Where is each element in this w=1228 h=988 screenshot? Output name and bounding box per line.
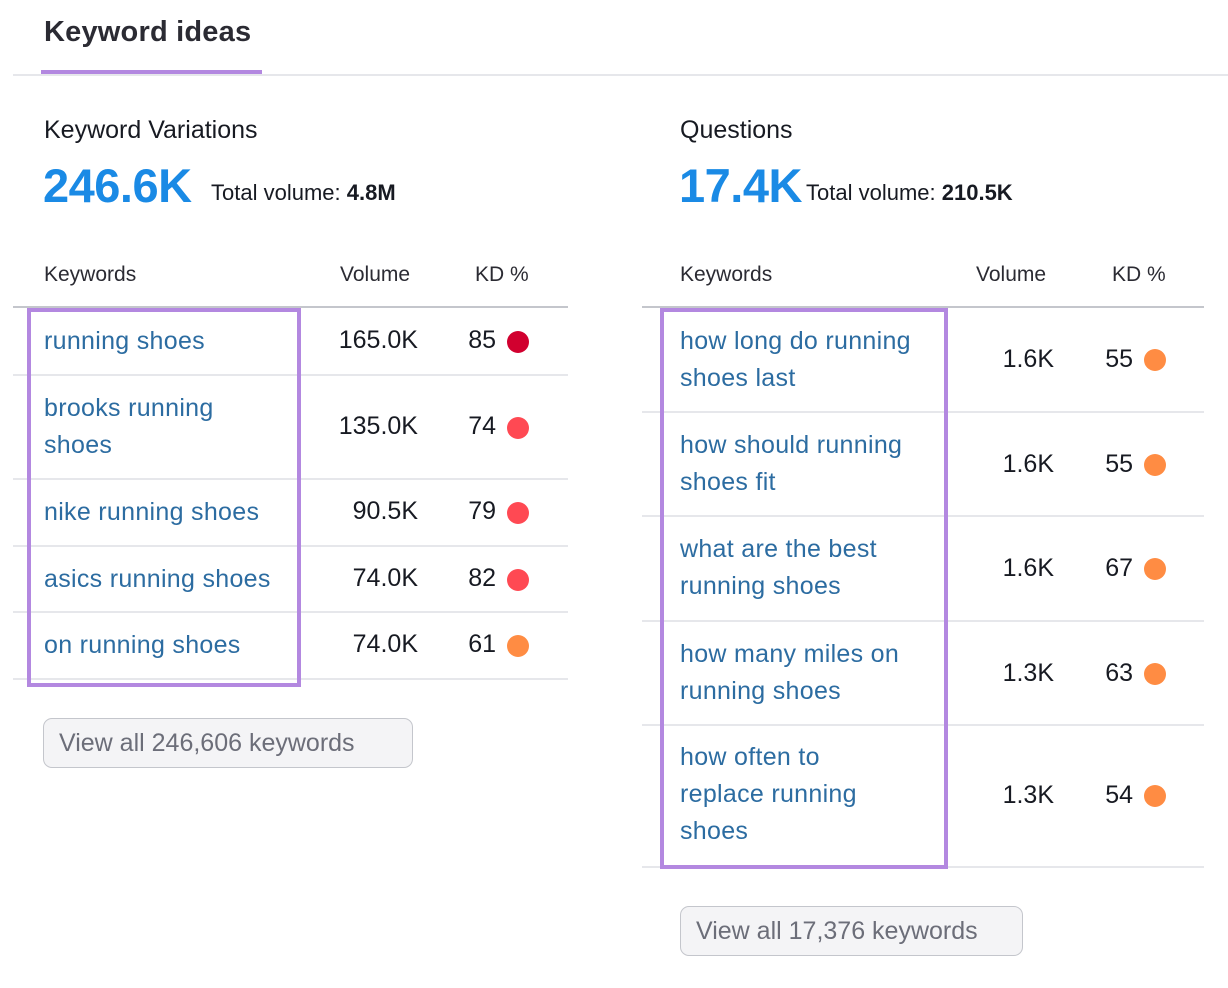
row-divider xyxy=(642,866,1204,868)
column-header-kd[interactable]: KD % xyxy=(475,263,529,287)
keyword-link[interactable]: how should running shoes fit xyxy=(680,427,940,501)
volume-value: 1.3K xyxy=(1002,781,1054,809)
volume-value: 135.0K xyxy=(338,412,418,440)
questions-count: 17.4K xyxy=(679,159,802,212)
volume-value: 90.5K xyxy=(352,497,418,525)
variations-count: 246.6K xyxy=(43,159,192,212)
total-volume-label: Total volume: xyxy=(211,180,341,205)
keyword-link[interactable]: brooks running shoes xyxy=(44,390,264,464)
kd-value: 85 xyxy=(468,326,496,354)
kd-very-hard-dot-icon xyxy=(507,331,529,353)
column-header-keywords[interactable]: Keywords xyxy=(680,263,772,287)
column-header-volume[interactable]: Volume xyxy=(976,263,1046,287)
kd-value: 74 xyxy=(468,412,496,440)
row-divider xyxy=(13,678,568,680)
keyword-link[interactable]: nike running shoes xyxy=(44,494,259,531)
total-volume: Total volume: 210.5K xyxy=(806,180,1013,206)
volume-value: 165.0K xyxy=(338,326,418,354)
section-title: Questions xyxy=(680,116,793,144)
volume-value: 74.0K xyxy=(352,630,418,658)
kd-value: 55 xyxy=(1105,345,1133,373)
total-volume-label: Total volume: xyxy=(806,180,936,205)
row-divider xyxy=(13,478,568,480)
kd-hard-dot-icon xyxy=(507,417,529,439)
view-all-variations-button[interactable]: View all 246,606 keywords xyxy=(43,718,413,768)
keyword-link[interactable]: how long do running shoes last xyxy=(680,323,940,397)
total-volume-value: 210.5K xyxy=(941,180,1013,205)
row-divider xyxy=(642,411,1204,413)
kd-value: 79 xyxy=(468,497,496,525)
volume-value: 1.6K xyxy=(1002,450,1054,478)
volume-value: 1.6K xyxy=(1002,554,1054,582)
kd-hard-dot-icon xyxy=(507,569,529,591)
volume-value: 1.6K xyxy=(1002,345,1054,373)
keyword-link[interactable]: asics running shoes xyxy=(44,561,271,598)
kd-value: 63 xyxy=(1105,659,1133,687)
total-volume-value: 4.8M xyxy=(346,180,396,205)
keyword-link[interactable]: how many miles on running shoes xyxy=(680,636,930,710)
view-all-questions-button[interactable]: View all 17,376 keywords xyxy=(680,906,1023,956)
kd-value: 67 xyxy=(1105,554,1133,582)
kd-difficult-dot-icon xyxy=(1144,785,1166,807)
tab-keyword-ideas-label: Keyword ideas xyxy=(44,16,252,48)
row-divider xyxy=(13,611,568,613)
tab-keyword-ideas[interactable]: Keyword ideas xyxy=(41,16,262,75)
row-divider xyxy=(642,620,1204,622)
column-header-keywords[interactable]: Keywords xyxy=(44,263,136,287)
volume-value: 1.3K xyxy=(1002,659,1054,687)
total-volume: Total volume: 4.8M xyxy=(211,180,396,206)
kd-value: 82 xyxy=(468,564,496,592)
kd-value: 55 xyxy=(1105,450,1133,478)
kd-difficult-dot-icon xyxy=(1144,558,1166,580)
kd-value: 54 xyxy=(1105,781,1133,809)
kd-difficult-dot-icon xyxy=(1144,454,1166,476)
row-divider xyxy=(13,374,568,376)
table-header-divider xyxy=(642,306,1204,308)
row-divider xyxy=(642,515,1204,517)
row-divider xyxy=(642,724,1204,726)
row-divider xyxy=(13,545,568,547)
keyword-link[interactable]: how often to replace running shoes xyxy=(680,739,880,850)
kd-hard-dot-icon xyxy=(507,502,529,524)
kd-difficult-dot-icon xyxy=(1144,663,1166,685)
column-header-kd[interactable]: KD % xyxy=(1112,263,1166,287)
keyword-link[interactable]: what are the best running shoes xyxy=(680,531,920,605)
keyword-link[interactable]: on running shoes xyxy=(44,627,241,664)
kd-difficult-dot-icon xyxy=(507,635,529,657)
header-divider xyxy=(13,74,1228,76)
kd-value: 61 xyxy=(468,630,496,658)
keyword-link[interactable]: running shoes xyxy=(44,323,205,360)
kd-difficult-dot-icon xyxy=(1144,349,1166,371)
table-header-divider xyxy=(13,306,568,308)
column-header-volume[interactable]: Volume xyxy=(340,263,410,287)
volume-value: 74.0K xyxy=(352,564,418,592)
section-title: Keyword Variations xyxy=(44,116,258,144)
